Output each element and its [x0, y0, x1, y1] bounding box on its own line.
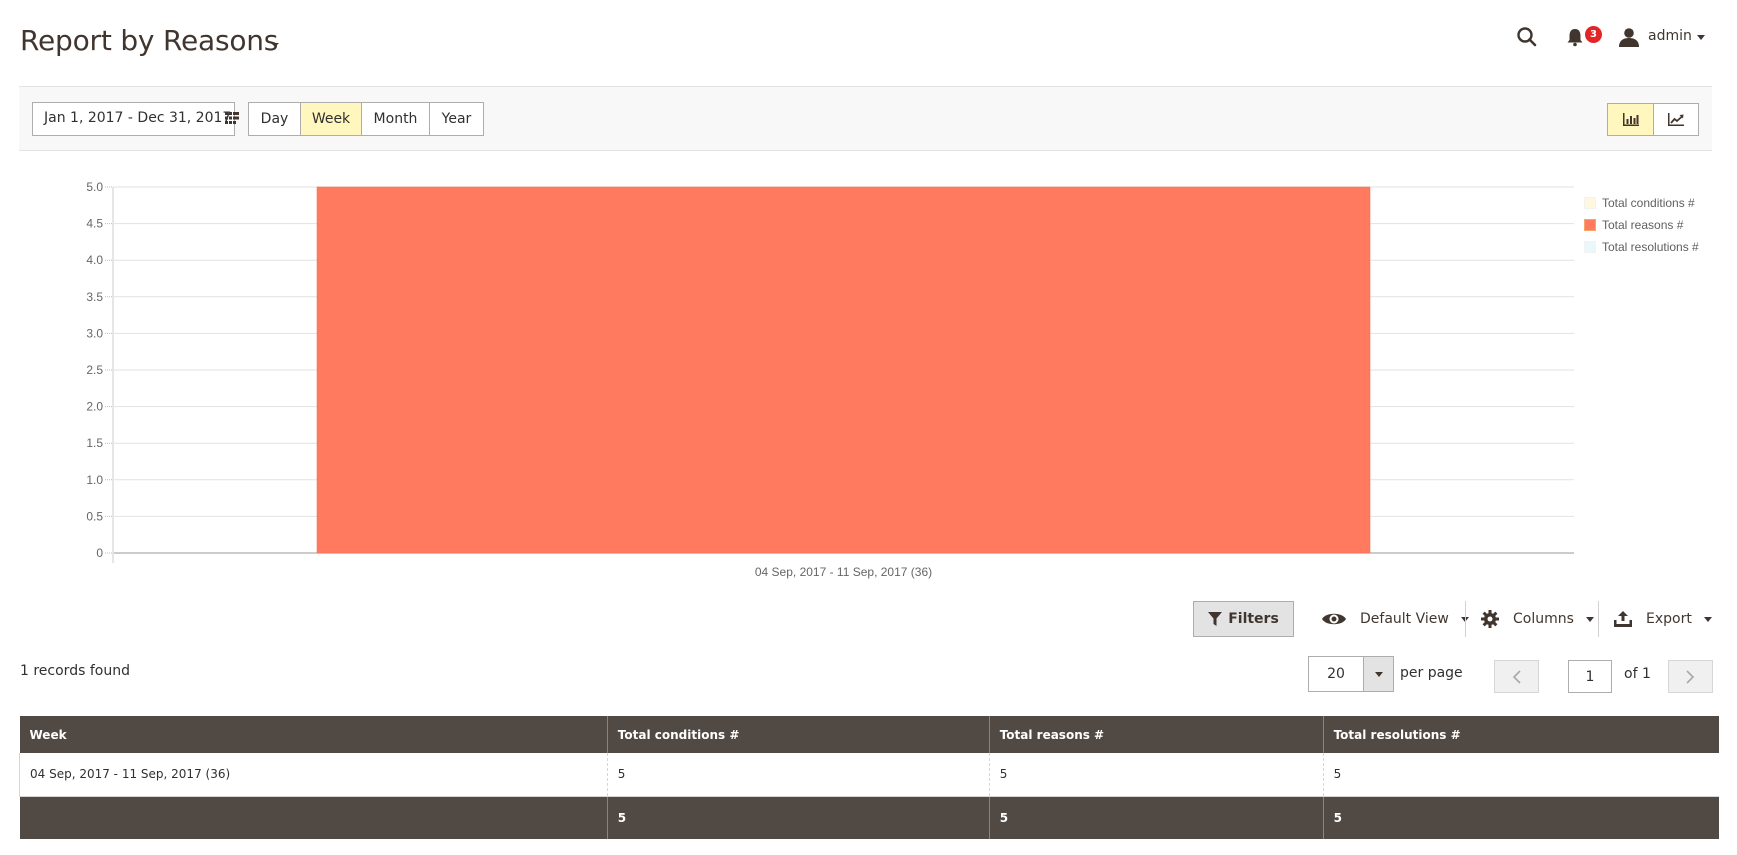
period-month-button[interactable]: Month	[361, 103, 429, 135]
y-tick-label: 0.5	[86, 509, 103, 523]
grid-header-row: Week Total conditions # Total reasons # …	[19, 716, 1719, 753]
column-header-total-conditions[interactable]: Total conditions #	[606, 716, 990, 753]
total-pages: of 1	[1624, 666, 1651, 682]
legend-item[interactable]: Total conditions #	[1584, 196, 1695, 210]
bell-icon	[1567, 29, 1583, 47]
chevron-down-icon	[1585, 616, 1594, 622]
period-week-button[interactable]: Week	[300, 103, 361, 135]
y-tick-label: 4.0	[86, 253, 103, 267]
search-button[interactable]	[1514, 24, 1540, 50]
search-icon	[1517, 27, 1537, 47]
total-resolutions: 5	[1322, 796, 1719, 839]
y-tick-label: 1.0	[86, 473, 103, 487]
page-title[interactable]: Report by Reasons	[20, 24, 278, 57]
cell-week: 04 Sep, 2017 - 11 Sep, 2017 (36)	[19, 753, 608, 797]
legend-item[interactable]: Total resolutions #	[1584, 240, 1699, 254]
notifications-badge: 3	[1585, 26, 1602, 43]
legend-label: Total conditions #	[1602, 196, 1695, 210]
x-tick-label: 04 Sep, 2017 - 11 Sep, 2017 (36)	[755, 565, 932, 579]
total-reasons: 5	[988, 796, 1324, 839]
legend-swatch	[1584, 241, 1596, 253]
total-label	[19, 796, 608, 839]
period-day-button[interactable]: Day	[249, 103, 300, 135]
next-page-button[interactable]	[1668, 660, 1713, 693]
columns-dropdown[interactable]: Columns	[1481, 606, 1594, 632]
export-icon	[1614, 611, 1632, 627]
previous-page-button[interactable]	[1494, 660, 1539, 693]
filter-icon	[1208, 612, 1223, 626]
gear-icon	[1481, 610, 1499, 628]
default-view-label: Default View	[1360, 611, 1449, 627]
filters-button[interactable]: Filters	[1193, 601, 1294, 637]
cell-total-resolutions: 5	[1322, 753, 1719, 797]
y-tick-label: 2.0	[86, 400, 103, 414]
export-label: Export	[1646, 611, 1692, 627]
divider	[1598, 601, 1599, 637]
legend-label: Total reasons #	[1602, 218, 1684, 232]
per-page-value: 20	[1327, 666, 1345, 682]
per-page-select[interactable]: 20	[1308, 656, 1394, 692]
bar-chart-icon	[1622, 113, 1639, 126]
per-page-toggle[interactable]	[1363, 657, 1393, 691]
column-header-total-resolutions[interactable]: Total resolutions #	[1322, 716, 1719, 753]
y-tick-label: 3.5	[86, 290, 103, 304]
chevron-left-icon	[1512, 669, 1521, 684]
report-grid: Week Total conditions # Total reasons # …	[19, 716, 1719, 839]
user-menu-caret-icon[interactable]	[1697, 35, 1705, 40]
period-year-button[interactable]: Year	[429, 103, 483, 135]
default-view-dropdown[interactable]: Default View	[1322, 606, 1469, 632]
export-dropdown[interactable]: Export	[1614, 606, 1712, 632]
columns-label: Columns	[1513, 611, 1574, 627]
per-page-label: per page	[1400, 665, 1463, 681]
y-tick-label: 1.5	[86, 436, 103, 450]
cell-total-reasons: 5	[988, 753, 1324, 797]
y-tick-label: 2.5	[86, 363, 103, 377]
period-switcher: Day Week Month Year	[248, 102, 484, 136]
user-menu-button[interactable]	[1616, 24, 1642, 50]
totals-row: 5 5 5	[19, 796, 1719, 839]
legend-label: Total resolutions #	[1602, 240, 1699, 254]
filters-label: Filters	[1228, 611, 1279, 627]
calendar-icon[interactable]	[225, 112, 239, 124]
legend-swatch	[1584, 197, 1596, 209]
y-tick-label: 0	[96, 546, 103, 560]
divider	[1465, 601, 1466, 637]
bar-total-reasons	[316, 186, 1371, 554]
user-name[interactable]: admin	[1648, 28, 1692, 44]
cell-total-conditions: 5	[606, 753, 990, 797]
title-dropdown-caret-icon[interactable]	[271, 43, 279, 47]
notifications-button[interactable]	[1562, 24, 1588, 50]
y-tick-label: 4.5	[86, 217, 103, 231]
line-chart-icon	[1668, 113, 1684, 126]
records-found: 1 records found	[20, 663, 130, 679]
eye-icon	[1322, 613, 1346, 625]
bar-chart-button[interactable]	[1608, 104, 1653, 135]
table-row: 04 Sep, 2017 - 11 Sep, 2017 (36) 5 5 5	[19, 753, 1719, 797]
y-tick-label: 3.0	[86, 326, 103, 340]
user-icon	[1619, 28, 1639, 47]
legend-item[interactable]: Total reasons #	[1584, 218, 1683, 232]
total-conditions: 5	[606, 796, 990, 839]
chevron-right-icon	[1686, 669, 1695, 684]
line-chart-button[interactable]	[1653, 104, 1698, 135]
column-header-week[interactable]: Week	[19, 716, 608, 753]
chevron-down-icon	[1703, 616, 1712, 622]
column-header-total-reasons[interactable]: Total reasons #	[988, 716, 1324, 753]
report-chart: 0 0.5 1.0 1.5 2.0 2.5 3.0 3.5 4.0 4.5 5.0 04 Sep, 2…	[86, 180, 1574, 579]
legend-swatch	[1584, 219, 1596, 231]
chart-type-switcher	[1607, 103, 1699, 136]
date-range-picker[interactable]: Jan 1, 2017 - Dec 31, 2017	[32, 102, 235, 136]
y-tick-label: 5.0	[86, 180, 103, 194]
chevron-down-icon	[1374, 671, 1383, 677]
current-page-input[interactable]	[1568, 660, 1612, 693]
